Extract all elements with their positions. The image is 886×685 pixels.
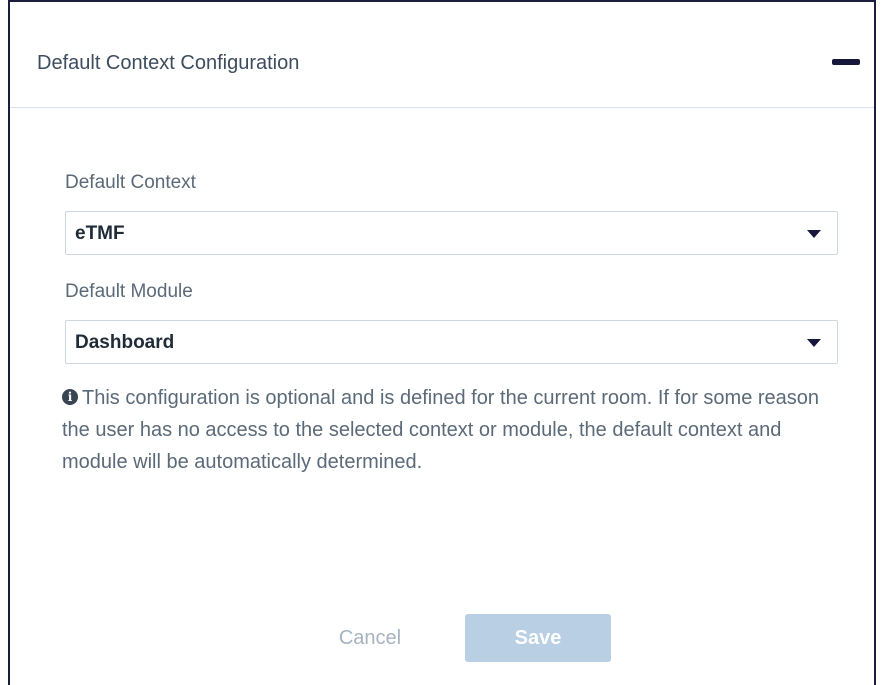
caret-down-icon (807, 339, 821, 347)
default-context-panel: Default Context Configuration Default Co… (8, 0, 876, 685)
panel-title: Default Context Configuration (37, 52, 300, 74)
save-button[interactable]: Save (465, 614, 611, 662)
default-module-select[interactable]: Dashboard (65, 320, 838, 364)
default-context-value: eTMF (75, 223, 125, 244)
default-context-select[interactable]: eTMF (65, 211, 838, 255)
panel-header: Default Context Configuration (10, 2, 874, 108)
minus-icon (832, 59, 860, 65)
default-module-value: Dashboard (75, 332, 175, 353)
info-text: This configuration is optional and is de… (62, 387, 820, 473)
cancel-button[interactable]: Cancel (315, 614, 425, 662)
default-context-label: Default Context (65, 172, 196, 193)
collapse-button[interactable] (832, 52, 862, 74)
default-module-label: Default Module (65, 281, 193, 302)
caret-down-icon (807, 230, 821, 238)
